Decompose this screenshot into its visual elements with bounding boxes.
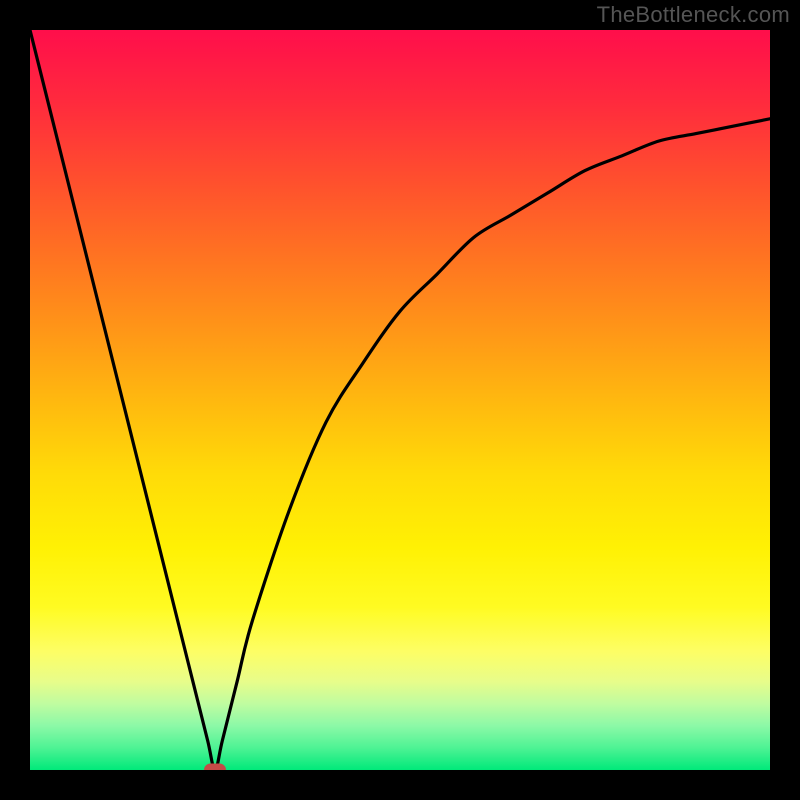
bottleneck-curve <box>30 30 770 770</box>
plot-area <box>30 30 770 770</box>
optimum-marker <box>204 764 226 771</box>
curve-svg <box>30 30 770 770</box>
chart-frame: TheBottleneck.com <box>0 0 800 800</box>
watermark-text: TheBottleneck.com <box>597 2 790 28</box>
